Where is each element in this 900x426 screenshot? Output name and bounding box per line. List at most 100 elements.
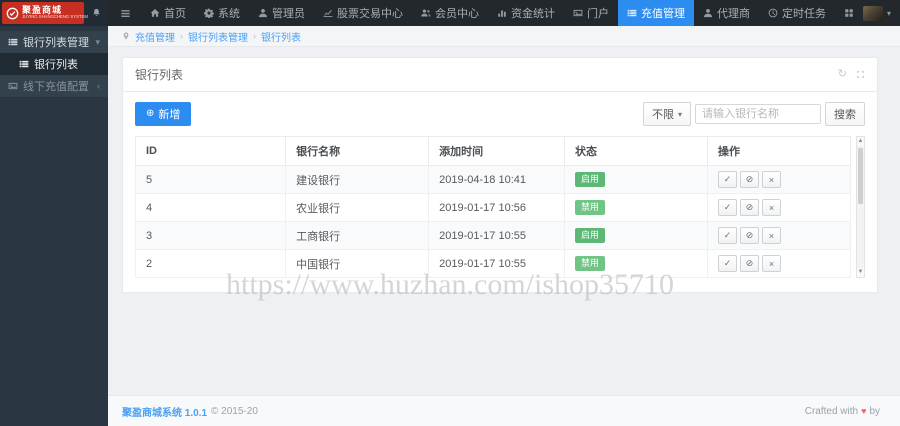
table-header-cell: 状态	[563, 136, 708, 166]
user-icon	[258, 8, 268, 18]
status-filter-dropdown[interactable]: 不限 ▾	[642, 102, 691, 126]
list-icon	[627, 8, 637, 18]
list-icon	[8, 37, 18, 47]
cell-id: 2	[134, 249, 287, 278]
chart-icon	[323, 8, 333, 18]
status-badge: 启用	[574, 172, 605, 187]
cell-bank-name: 工商银行	[285, 221, 430, 250]
brand-logo[interactable]: 聚盈商城 JUYING SHANGCHENG SYSTEM	[2, 2, 88, 24]
scroll-up-arrow[interactable]: ▲	[857, 137, 864, 146]
breadcrumb-link[interactable]: 银行列表	[261, 29, 301, 44]
users-icon	[421, 8, 431, 18]
user-menu[interactable]: ▾	[863, 5, 892, 21]
topnav-item[interactable]: 管理员	[249, 0, 314, 26]
search-input[interactable]	[695, 104, 821, 124]
home-icon	[150, 8, 160, 18]
refresh-icon[interactable]: ↻	[838, 69, 847, 80]
topbar: 首页 系统 管理员 股票交易中心 会员中心 资金统计 门户 充值管理 代理商 定时任务 ▾	[108, 0, 900, 26]
topnav-item[interactable]: 门户	[564, 0, 618, 26]
scroll-down-arrow[interactable]: ▼	[857, 268, 864, 277]
delete-button[interactable]: ×	[761, 199, 781, 216]
user-icon	[703, 8, 713, 18]
chevron-icon: ▾	[95, 36, 100, 47]
table-container: ID 银行名称 添加时间 状态 操作 5 建设银行 2019-04-18 10:41 启用 ✓ ⊘…	[134, 136, 865, 278]
sidebar-subitem[interactable]: 银行列表	[0, 53, 108, 75]
table-row: 2 中国银行 2019-01-17 10:55 禁用 ✓ ⊘ ×	[134, 249, 852, 278]
breadcrumb-link[interactable]: 充值管理	[135, 29, 175, 44]
image-icon	[573, 8, 583, 18]
topnav-item[interactable]: 定时任务	[759, 0, 835, 26]
table-header-cell: 操作	[706, 136, 852, 166]
cell-bank-name: 建设银行	[285, 165, 430, 194]
topnav: 首页 系统 管理员 股票交易中心 会员中心 资金统计 门户 充值管理 代理商 定时任务	[141, 0, 863, 26]
topnav-item[interactable]: 资金统计	[488, 0, 564, 26]
status-badge: 禁用	[574, 256, 605, 271]
enable-button[interactable]: ✓	[717, 171, 737, 188]
bank-list-panel: 银行列表 ↻ ⊕ 新增 不限 ▾ 请输入银行名称 搜索 ID 银行名称 添加时间…	[122, 57, 878, 293]
table-row: 4 农业银行 2019-01-17 10:56 禁用 ✓ ⊘ ×	[134, 193, 852, 222]
table-scrollbar[interactable]: ▲ ▼	[856, 136, 865, 278]
disable-button[interactable]: ⊘	[739, 255, 759, 272]
sidebar-menu: 银行列表管理 ▾ 银行列表 线下充值配置 ‹	[0, 26, 108, 97]
topnav-item[interactable]: 系统	[195, 0, 249, 26]
topnav-item-grid[interactable]	[835, 0, 863, 26]
footer-brand-link[interactable]: 聚盈商城系统 1.0.1	[122, 404, 207, 419]
fullscreen-icon[interactable]	[856, 70, 865, 79]
add-button[interactable]: ⊕ 新增	[135, 102, 192, 126]
topnav-item[interactable]: 首页	[141, 0, 195, 26]
cell-id: 3	[134, 221, 287, 250]
brand-area: 聚盈商城 JUYING SHANGCHENG SYSTEM	[0, 0, 108, 26]
list-icon	[19, 59, 29, 69]
plus-icon: ⊕	[146, 108, 155, 119]
disable-button[interactable]: ⊘	[739, 171, 759, 188]
table-toolbar: ⊕ 新增 不限 ▾ 搜索	[135, 102, 865, 126]
heart-icon: ♥	[861, 406, 867, 416]
disable-button[interactable]: ⊘	[739, 199, 759, 216]
sidebar: 聚盈商城 JUYING SHANGCHENG SYSTEM 银行列表管理 ▾ 银行列…	[0, 0, 108, 426]
topnav-item[interactable]: 代理商	[694, 0, 759, 26]
topnav-item[interactable]: 会员中心	[412, 0, 488, 26]
cell-add-time: 2019-04-18 10:41	[428, 165, 565, 194]
enable-button[interactable]: ✓	[717, 255, 737, 272]
cell-add-time: 2019-01-17 10:55	[428, 221, 565, 250]
image-icon	[8, 81, 18, 91]
status-badge: 启用	[574, 228, 605, 243]
enable-button[interactable]: ✓	[717, 199, 737, 216]
sidebar-item[interactable]: 银行列表管理 ▾	[0, 31, 108, 53]
table-header-cell: 添加时间	[428, 136, 565, 166]
delete-button[interactable]: ×	[761, 227, 781, 244]
gear-icon	[204, 8, 214, 18]
table-header-cell: 银行名称	[285, 136, 430, 166]
grid-icon	[844, 8, 854, 18]
delete-button[interactable]: ×	[761, 255, 781, 272]
main-column: 首页 系统 管理员 股票交易中心 会员中心 资金统计 门户 充值管理 代理商 定时任务 ▾ 充值管…	[108, 0, 900, 426]
caret-down-icon: ▾	[887, 8, 892, 18]
brand-subtitle: JUYING SHANGCHENG SYSTEM	[22, 14, 88, 20]
avatar	[863, 5, 883, 21]
cell-bank-name: 农业银行	[285, 193, 430, 222]
sidebar-toggle-icon[interactable]	[108, 8, 141, 19]
map-pin-icon	[122, 32, 130, 40]
topnav-item[interactable]: 充值管理	[618, 0, 694, 26]
scrollbar-thumb[interactable]	[858, 148, 863, 205]
bar-icon	[497, 8, 507, 18]
search-button[interactable]: 搜索	[825, 102, 865, 126]
panel-body: ⊕ 新增 不限 ▾ 搜索	[123, 92, 877, 292]
breadcrumb-link[interactable]: 银行列表管理	[188, 29, 248, 44]
bank-table: ID 银行名称 添加时间 状态 操作 5 建设银行 2019-04-18 10:41 启用 ✓ ⊘…	[134, 136, 852, 278]
status-badge: 禁用	[574, 200, 605, 215]
disable-button[interactable]: ⊘	[739, 227, 759, 244]
footer-copyright: © 2015-20	[211, 405, 258, 417]
app-window: 聚盈商城 JUYING SHANGCHENG SYSTEM 银行列表管理 ▾ 银行列…	[0, 0, 900, 426]
topnav-item[interactable]: 股票交易中心	[314, 0, 412, 26]
cell-bank-name: 中国银行	[285, 249, 430, 278]
cell-id: 4	[134, 193, 287, 222]
enable-button[interactable]: ✓	[717, 227, 737, 244]
footer: 聚盈商城系统 1.0.1 © 2015-20 Crafted with ♥ by	[108, 395, 900, 426]
breadcrumb: 充值管理 › 银行列表管理 › 银行列表	[108, 26, 900, 47]
clock-icon	[768, 8, 778, 18]
cell-id: 5	[134, 165, 287, 194]
sidebar-item[interactable]: 线下充值配置 ‹	[0, 75, 108, 97]
table-row: 5 建设银行 2019-04-18 10:41 启用 ✓ ⊘ ×	[134, 165, 852, 194]
delete-button[interactable]: ×	[761, 171, 781, 188]
